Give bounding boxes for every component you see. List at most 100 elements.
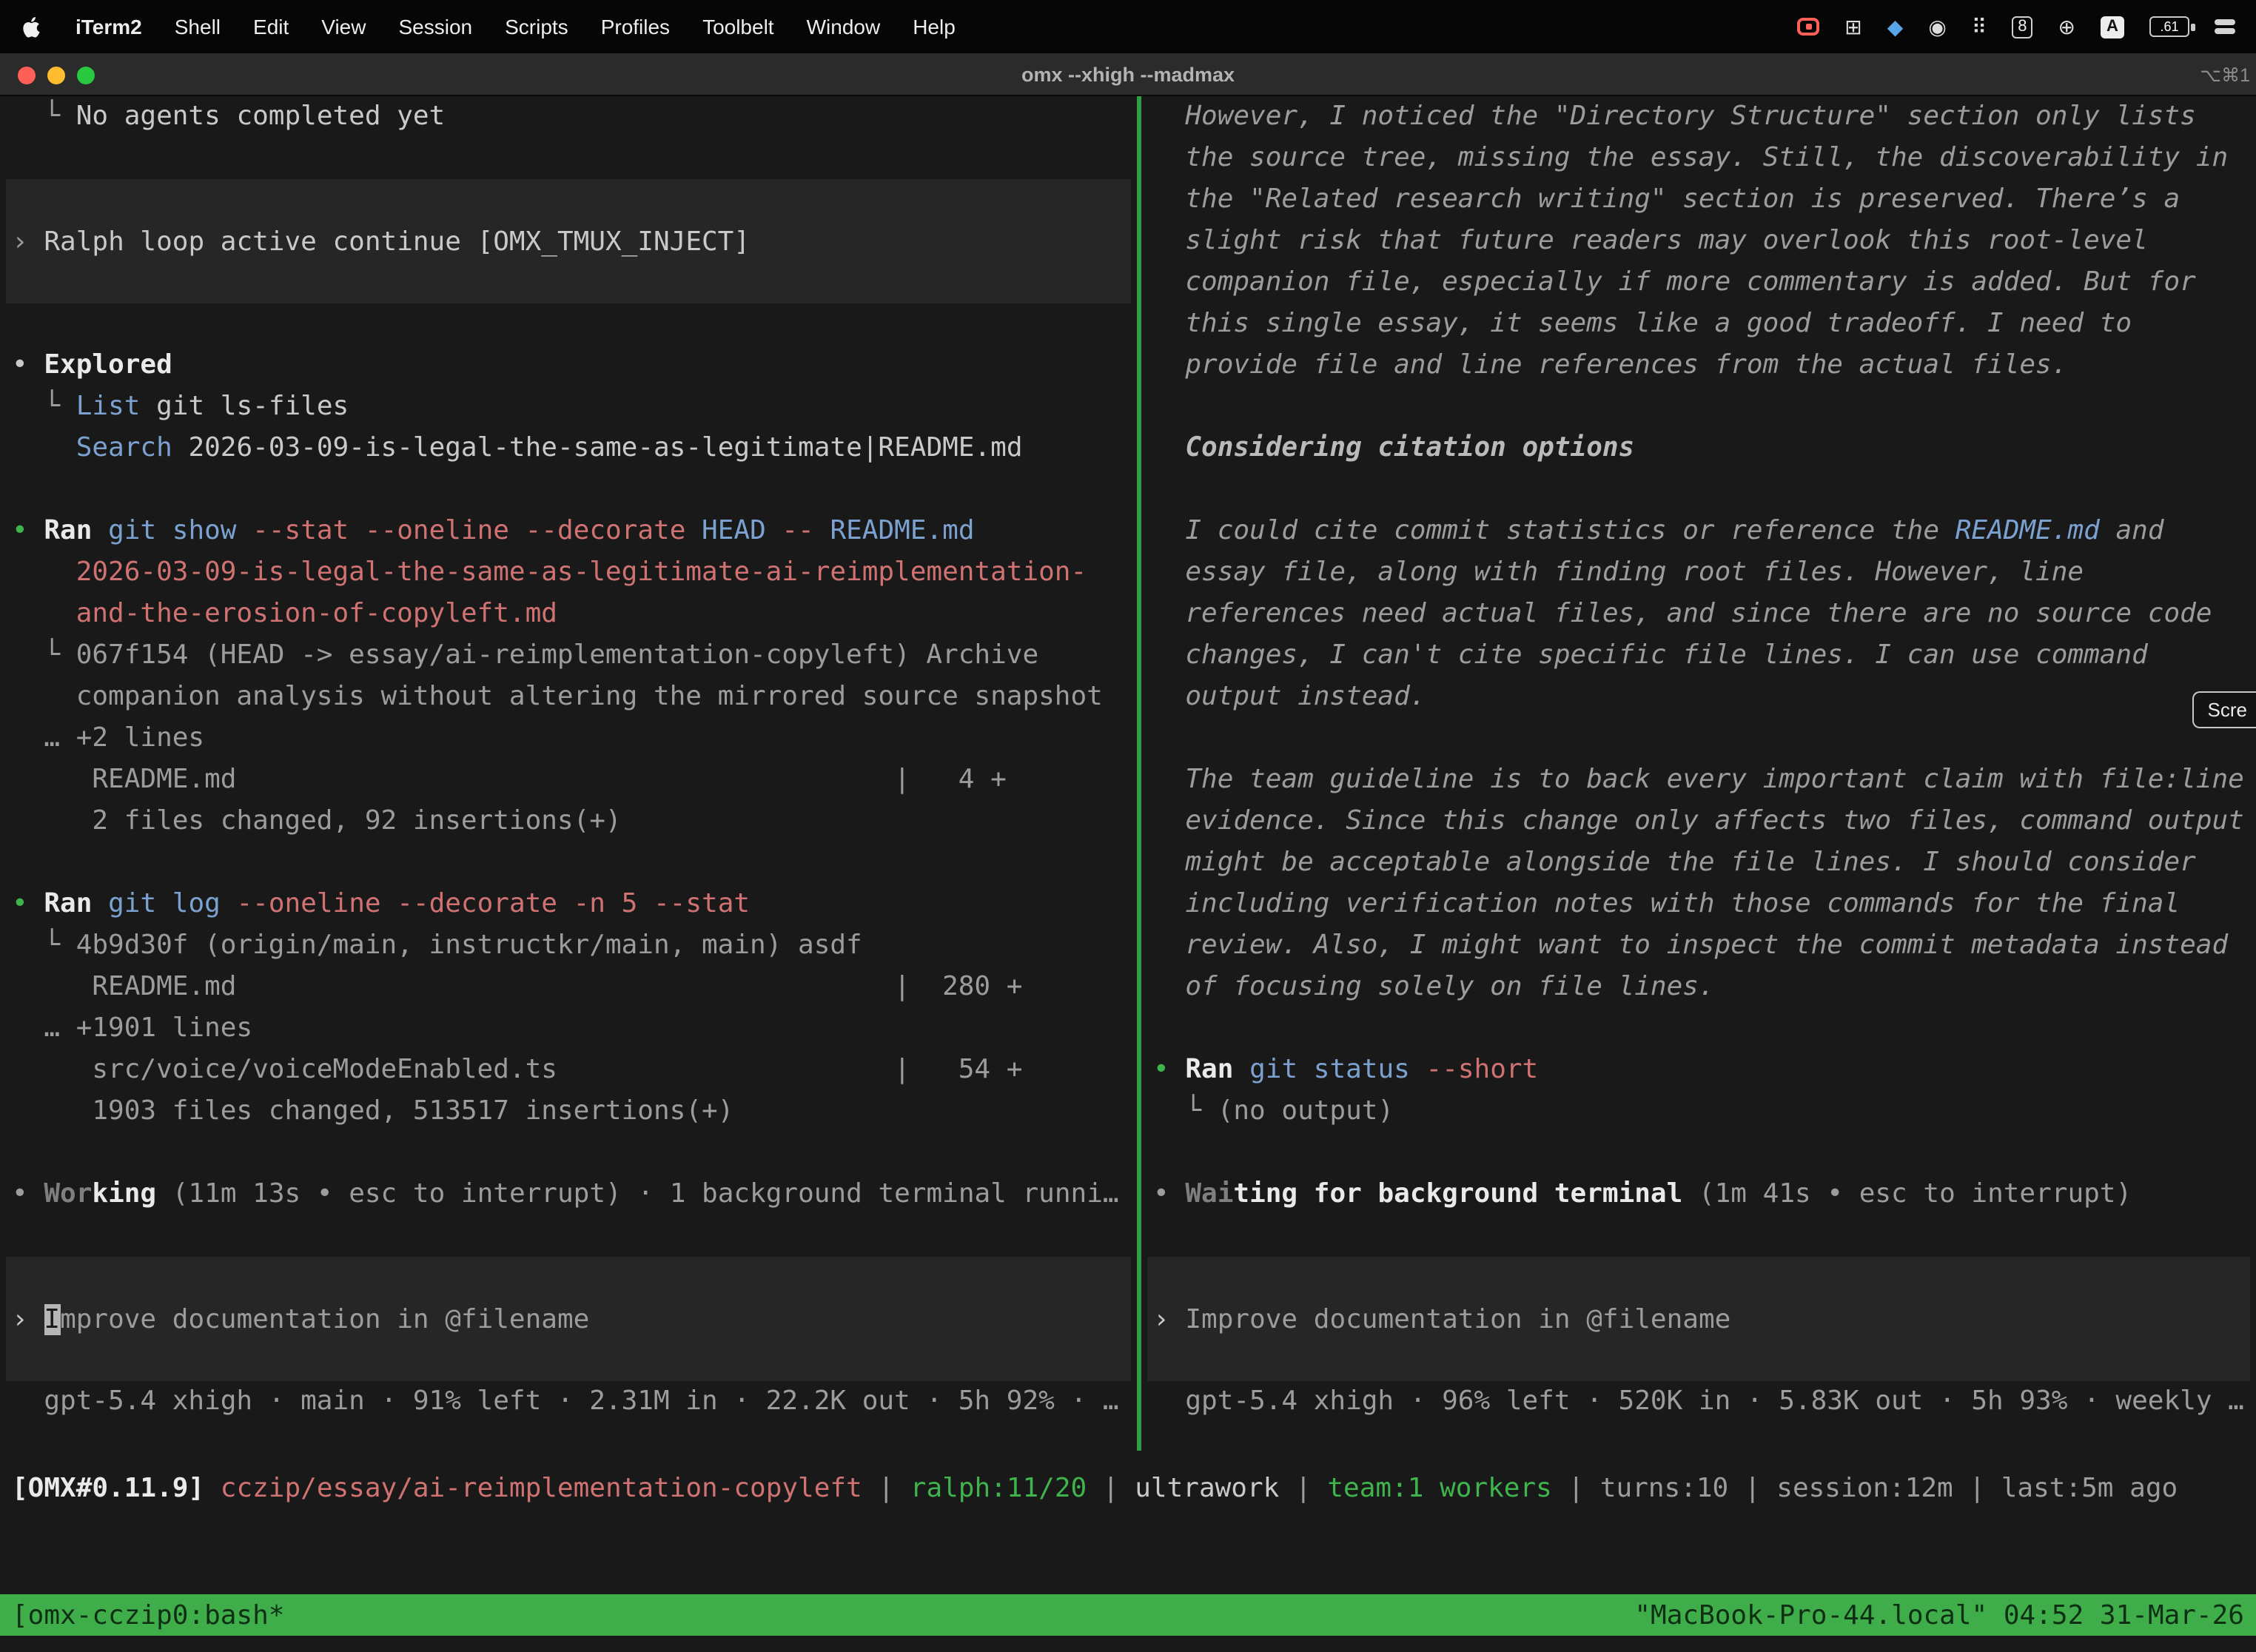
terminal-line	[0, 138, 1137, 179]
terminal-line: • Ran git log --oneline --decorate -n 5 …	[0, 884, 1137, 925]
minimize-button[interactable]	[47, 66, 65, 84]
menu-item-toolbelt[interactable]: Toolbelt	[702, 15, 774, 38]
text-segment: companion file, especially if more comme…	[1153, 266, 2196, 298]
text-segment: output instead.	[1153, 681, 1426, 712]
text-segment: 1903 files changed, 513517 insertions(+)	[12, 1095, 733, 1126]
text-segment: ralph:11/20	[910, 1473, 1087, 1504]
status-line: gpt-5.4 xhigh · 96% left · 520K in · 5.8…	[1141, 1381, 2256, 1423]
menu-item-help[interactable]: Help	[913, 15, 956, 38]
close-button[interactable]	[18, 66, 36, 84]
circle-app-icon[interactable]: ◉	[1928, 16, 1946, 37]
terminal-line: slight risk that future readers may over…	[1141, 221, 2256, 262]
text-segment: Improve documentation in @filename	[1185, 1303, 1730, 1334]
zoom-button[interactable]	[77, 66, 95, 84]
terminal-line: README.md | 280 +	[0, 967, 1137, 1008]
text-segment: essay file, along with finding root file…	[1153, 557, 2084, 588]
menu-bar: iTerm2 Shell Edit View Session Scripts P…	[0, 0, 2256, 53]
screen-tooltip-button[interactable]: Scre	[2193, 691, 2256, 728]
screen-recording-icon[interactable]	[1797, 18, 1819, 36]
window-titlebar[interactable]: omx --xhigh --madmax ⌥⌘1	[0, 53, 2256, 96]
text-segment: this single essay, it seems like a good …	[1153, 308, 2132, 339]
text-segment: … +1901 lines	[12, 1013, 252, 1044]
dots-grid-icon[interactable]: ⠿	[1972, 16, 1987, 37]
text-segment: Ran	[1185, 1054, 1249, 1085]
terminal-line: 2026-03-09-is-legal-the-same-as-legitima…	[0, 552, 1137, 594]
input-source-icon[interactable]: A	[2101, 16, 2124, 38]
tmux-session-label: [omx-cczip0:bash*	[12, 1599, 284, 1631]
text-segment: companion analysis without altering the …	[12, 681, 1103, 712]
text-segment: turns:10	[1600, 1473, 1728, 1504]
terminal-line: references need actual files, and since …	[1141, 594, 2256, 635]
control-center-icon[interactable]	[2215, 19, 2235, 34]
text-segment: |	[1552, 1473, 1600, 1504]
text-segment: src/voice/voiceModeEnabled.ts | 54 +	[12, 1054, 1022, 1085]
text-segment: •	[12, 1178, 44, 1209]
terminal-line	[0, 1132, 1137, 1174]
text-segment: cczip/essay/ai-reimplementation-copyleft	[221, 1473, 862, 1504]
terminal-line: output instead.	[1141, 676, 2256, 718]
terminal-line: • Explored	[0, 345, 1137, 386]
text-segment: README.md	[814, 515, 975, 546]
text-segment: provide file and line references from th…	[1153, 349, 2067, 380]
menu-item-scripts[interactable]: Scripts	[505, 15, 568, 38]
terminal-line: evidence. Since this change only affects…	[1141, 801, 2256, 842]
right-terminal-pane[interactable]: However, I noticed the "Directory Struct…	[1141, 96, 2256, 1423]
text-segment: ›	[12, 1303, 44, 1334]
window-shortcut: ⌥⌘1	[2200, 63, 2250, 85]
text-segment: gpt-5.4 xhigh · main · 91% left · 2.31M …	[12, 1386, 1119, 1417]
menu-item-shell[interactable]: Shell	[175, 15, 221, 38]
number-key-icon[interactable]: 8	[2012, 16, 2032, 38]
text-segment: team:1 workers	[1327, 1473, 1551, 1504]
menu-item-edit[interactable]: Edit	[253, 15, 289, 38]
prompt-input[interactable]: › Improve documentation in @filename	[1147, 1257, 2250, 1381]
terminal-line: 1903 files changed, 513517 insertions(+)	[0, 1091, 1137, 1132]
menu-item-view[interactable]: View	[321, 15, 366, 38]
text-segment: |	[862, 1473, 910, 1504]
terminal-line	[0, 842, 1137, 884]
text-segment: I could cite commit statistics or refere…	[1153, 515, 1955, 546]
terminal-line: this single essay, it seems like a good …	[1141, 303, 2256, 345]
text-segment: [OMX#0.11.9]	[12, 1473, 221, 1504]
text-segment: session:12m	[1776, 1473, 1953, 1504]
text-segment: … +2 lines	[12, 722, 204, 753]
circle-plus-icon[interactable]: ⊕	[2058, 16, 2075, 37]
text-segment: •	[1153, 1054, 1185, 1085]
text-segment: No agents completed yet	[76, 101, 446, 132]
text-segment: references need actual files, and since …	[1153, 598, 2212, 629]
diamond-app-icon[interactable]: ◆	[1887, 16, 1904, 37]
text-segment: └ 067f154 (HEAD -> essay/ai-reimplementa…	[12, 639, 1038, 671]
terminal-line: the "Related research writing" section i…	[1141, 179, 2256, 221]
text-segment: --short	[1410, 1054, 1538, 1085]
terminal-line: 2 files changed, 92 insertions(+)	[0, 801, 1137, 842]
window-title: omx --xhigh --madmax	[1021, 63, 1235, 85]
text-segment: Ran	[44, 515, 108, 546]
prompt-input[interactable]: › Improve documentation in @filename	[6, 1257, 1131, 1381]
battery-icon[interactable]: .61	[2149, 16, 2189, 37]
menu-item-window[interactable]: Window	[807, 15, 881, 38]
text-segment: •	[12, 349, 44, 380]
text-segment: slight risk that future readers may over…	[1153, 225, 2148, 256]
apple-menu-icon[interactable]	[21, 14, 43, 39]
terminal-line: I could cite commit statistics or refere…	[1141, 511, 2256, 552]
terminal-line: companion analysis without altering the …	[0, 676, 1137, 718]
text-segment: last:5m ago	[2001, 1473, 2178, 1504]
text-segment	[12, 432, 76, 463]
text-segment: List	[76, 391, 141, 422]
text-segment: 2026-03-09-is-legal-the-same-as-legitima…	[172, 432, 1023, 463]
text-segment: README.md | 4 +	[12, 764, 1007, 795]
menu-item-iterm2[interactable]: iTerm2	[75, 15, 142, 38]
text-segment: └	[12, 391, 76, 422]
text-segment: gpt-5.4 xhigh · 96% left · 520K in · 5.8…	[1153, 1386, 2244, 1417]
text-segment: the "Related research writing" section i…	[1153, 184, 2180, 215]
record-dot-icon	[1805, 24, 1811, 30]
menu-item-session[interactable]: Session	[398, 15, 472, 38]
text-segment: Ran	[44, 888, 108, 919]
left-terminal-pane[interactable]: └ No agents completed yet› Ralph loop ac…	[0, 96, 1137, 1423]
terminal-line	[1141, 1215, 2256, 1257]
omx-status-area: [OMX#0.11.9] cczip/essay/ai-reimplementa…	[0, 1468, 2256, 1510]
terminal: └ No agents completed yet› Ralph loop ac…	[0, 96, 2256, 1594]
grid-icon[interactable]: ⊞	[1844, 16, 1861, 37]
waiting-status-line: • Waiting for background terminal (1m 41…	[1141, 1174, 2256, 1215]
menu-item-profiles[interactable]: Profiles	[601, 15, 670, 38]
terminal-line: └ 067f154 (HEAD -> essay/ai-reimplementa…	[0, 635, 1137, 676]
